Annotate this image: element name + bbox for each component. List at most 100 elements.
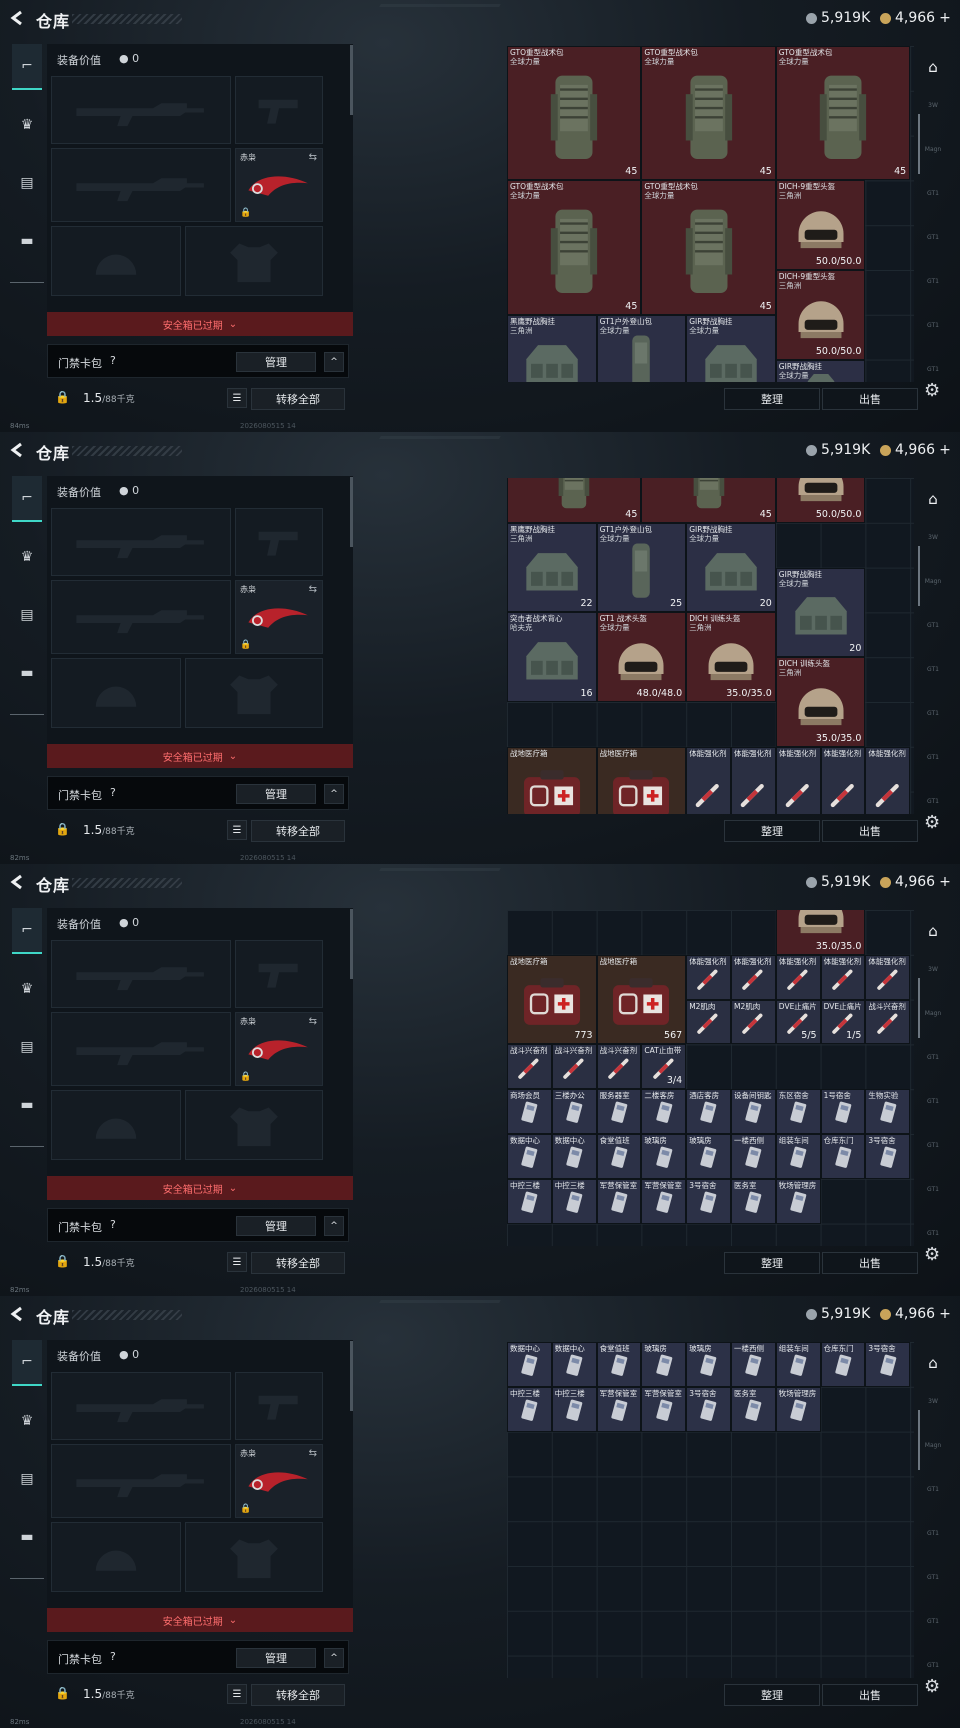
add-gold-button[interactable]: +: [939, 1306, 951, 1322]
safebox-expired-banner[interactable]: 安全箱已过期 ⌄: [47, 744, 353, 768]
rail-scrollbar[interactable]: [918, 546, 920, 606]
stash-item[interactable]: 三楼办公: [551, 1089, 597, 1134]
stash-item[interactable]: DVE止痛片 1/5: [820, 999, 866, 1045]
armor-slot[interactable]: [185, 226, 323, 296]
list-icon[interactable]: ☰: [227, 1684, 247, 1704]
transfer-all-button[interactable]: 转移全部: [251, 1252, 345, 1274]
briefcase-icon[interactable]: ▬: [12, 1082, 42, 1128]
add-gold-button[interactable]: +: [939, 874, 951, 890]
back-arrow-icon[interactable]: [8, 873, 26, 891]
rail-tab[interactable]: GT1: [920, 1142, 946, 1160]
stash-item[interactable]: 二楼客房: [641, 1089, 687, 1134]
stash-item[interactable]: 体能强化剂: [686, 954, 731, 1000]
secondary-weapon-slot[interactable]: [51, 580, 231, 654]
rail-tab[interactable]: GT1: [920, 1530, 946, 1548]
stash-item[interactable]: DICH-9重型头盔三角洲50.0/50.0: [775, 180, 866, 270]
loadout-scrollbar[interactable]: [350, 477, 353, 547]
pistol-icon[interactable]: ⌐: [12, 908, 42, 954]
gold-balance[interactable]: 4,966 +: [880, 874, 951, 890]
rail-tab[interactable]: Magn: [920, 578, 946, 596]
sell-button[interactable]: 出售: [822, 1684, 918, 1706]
manage-button[interactable]: 管理: [236, 1648, 316, 1668]
rail-tab[interactable]: GT1: [920, 666, 946, 684]
rail-tab[interactable]: GT1: [920, 1574, 946, 1592]
rail-tab[interactable]: Magn: [920, 1010, 946, 1028]
briefcase-icon[interactable]: ▬: [12, 218, 42, 264]
stash-item[interactable]: 组装车间: [775, 1342, 821, 1387]
stash-item[interactable]: GIR野战胸挂 全球力量: [775, 359, 866, 382]
pistol-slot[interactable]: [235, 508, 323, 576]
stash-home-icon[interactable]: ⌂: [920, 918, 946, 944]
stash-home-icon[interactable]: ⌂: [920, 486, 946, 512]
transfer-all-button[interactable]: 转移全部: [251, 1684, 345, 1706]
stash-item[interactable]: 突击者战术背心 哈夫克 16: [507, 612, 597, 702]
stash-item[interactable]: GT1户外登山包 全球力量 25: [596, 522, 687, 613]
helmet-slot[interactable]: [51, 658, 181, 728]
clipboard-icon[interactable]: ▤: [12, 1024, 42, 1070]
secondary-weapon-slot[interactable]: [51, 1444, 231, 1518]
manage-button[interactable]: 管理: [236, 1216, 316, 1236]
stash-item[interactable]: 体能强化剂: [775, 746, 821, 814]
stash-item[interactable]: GTO重型战术包 全球力量 45: [775, 46, 911, 181]
stash-item[interactable]: 牧场管理房: [775, 1386, 821, 1432]
pistol-icon[interactable]: ⌐: [12, 476, 42, 522]
stash-item[interactable]: 3号宿舍: [686, 1386, 731, 1432]
manage-button[interactable]: 管理: [236, 784, 316, 804]
stash-item[interactable]: GIR野战胸挂 全球力量 20: [775, 567, 866, 658]
chevron-up-icon[interactable]: ^: [324, 1648, 344, 1668]
rail-tab[interactable]: GT1: [920, 710, 946, 728]
stash-item[interactable]: 1号宿舍: [820, 1089, 866, 1134]
stash-item[interactable]: 35.0/35.0: [775, 910, 866, 955]
loadout-scrollbar[interactable]: [350, 45, 353, 115]
rail-tab[interactable]: Magn: [920, 146, 946, 164]
primary-weapon-slot[interactable]: [51, 940, 231, 1008]
stash-item[interactable]: 一楼西侧: [731, 1342, 776, 1387]
help-icon[interactable]: ?: [110, 786, 116, 799]
stash-item[interactable]: 酒店客房: [686, 1089, 731, 1134]
sort-button[interactable]: 整理: [724, 820, 820, 842]
stash-item[interactable]: 体能强化剂: [865, 954, 911, 1000]
rail-tab[interactable]: GT1: [920, 322, 946, 340]
stash-item[interactable]: DICH 训练头盔 三角洲 35.0/35.0: [686, 612, 776, 702]
help-icon[interactable]: ?: [110, 354, 116, 367]
stash-item[interactable]: 商场会员: [507, 1089, 552, 1134]
helmet-icon[interactable]: ♛: [12, 102, 42, 148]
stash-item[interactable]: 玻璃房: [686, 1134, 731, 1179]
stash-item[interactable]: 设备间钥匙: [731, 1089, 776, 1134]
sell-button[interactable]: 出售: [822, 1252, 918, 1274]
stash-item[interactable]: 体能强化剂: [820, 954, 866, 1000]
loadout-scrollbar[interactable]: [350, 1341, 353, 1411]
stash-item[interactable]: 军营保管室: [641, 1386, 687, 1432]
rail-tab[interactable]: GT1: [920, 1098, 946, 1116]
rail-tab[interactable]: 3W: [920, 534, 946, 552]
knife-slot[interactable]: 赤枭 ⇆ 🔒: [235, 1444, 323, 1518]
safebox-expired-banner[interactable]: 安全箱已过期 ⌄: [47, 1608, 353, 1632]
stash-item[interactable]: 中控三楼: [507, 1178, 552, 1224]
stash-item[interactable]: 医务室: [731, 1386, 776, 1432]
add-gold-button[interactable]: +: [939, 10, 951, 26]
stash-item[interactable]: 军营保管室: [596, 1386, 642, 1432]
gear-icon[interactable]: ⚙: [924, 380, 940, 401]
rail-tab[interactable]: GT1: [920, 1186, 946, 1204]
stash-item[interactable]: DICH-9重型头盔三角洲50.0/50.0: [775, 478, 866, 523]
pistol-slot[interactable]: [235, 1372, 323, 1440]
rail-tab[interactable]: 3W: [920, 1398, 946, 1416]
pistol-slot[interactable]: [235, 76, 323, 144]
back-arrow-icon[interactable]: [8, 441, 26, 459]
gear-icon[interactable]: ⚙: [924, 1676, 940, 1697]
stash-item[interactable]: 服务器室: [596, 1089, 642, 1134]
pistol-slot[interactable]: [235, 940, 323, 1008]
stash-item[interactable]: 数据中心: [551, 1134, 597, 1179]
stash-item[interactable]: 战地医疗箱 773: [507, 954, 597, 1045]
list-icon[interactable]: ☰: [227, 388, 247, 408]
stash-item[interactable]: 战斗兴奋剂: [596, 1044, 642, 1090]
stash-item[interactable]: GT1 战术头盔 全球力量 48.0/48.0: [596, 612, 687, 702]
clipboard-icon[interactable]: ▤: [12, 160, 42, 206]
rail-tab[interactable]: GT1: [920, 1054, 946, 1072]
gear-icon[interactable]: ⚙: [924, 812, 940, 833]
stash-item[interactable]: M2肌肉: [731, 999, 776, 1045]
stash-item[interactable]: GIR野战胸挂 全球力量: [686, 314, 776, 382]
stash-item[interactable]: M2肌肉: [686, 999, 731, 1045]
secondary-weapon-slot[interactable]: [51, 148, 231, 222]
armor-slot[interactable]: [185, 1090, 323, 1160]
